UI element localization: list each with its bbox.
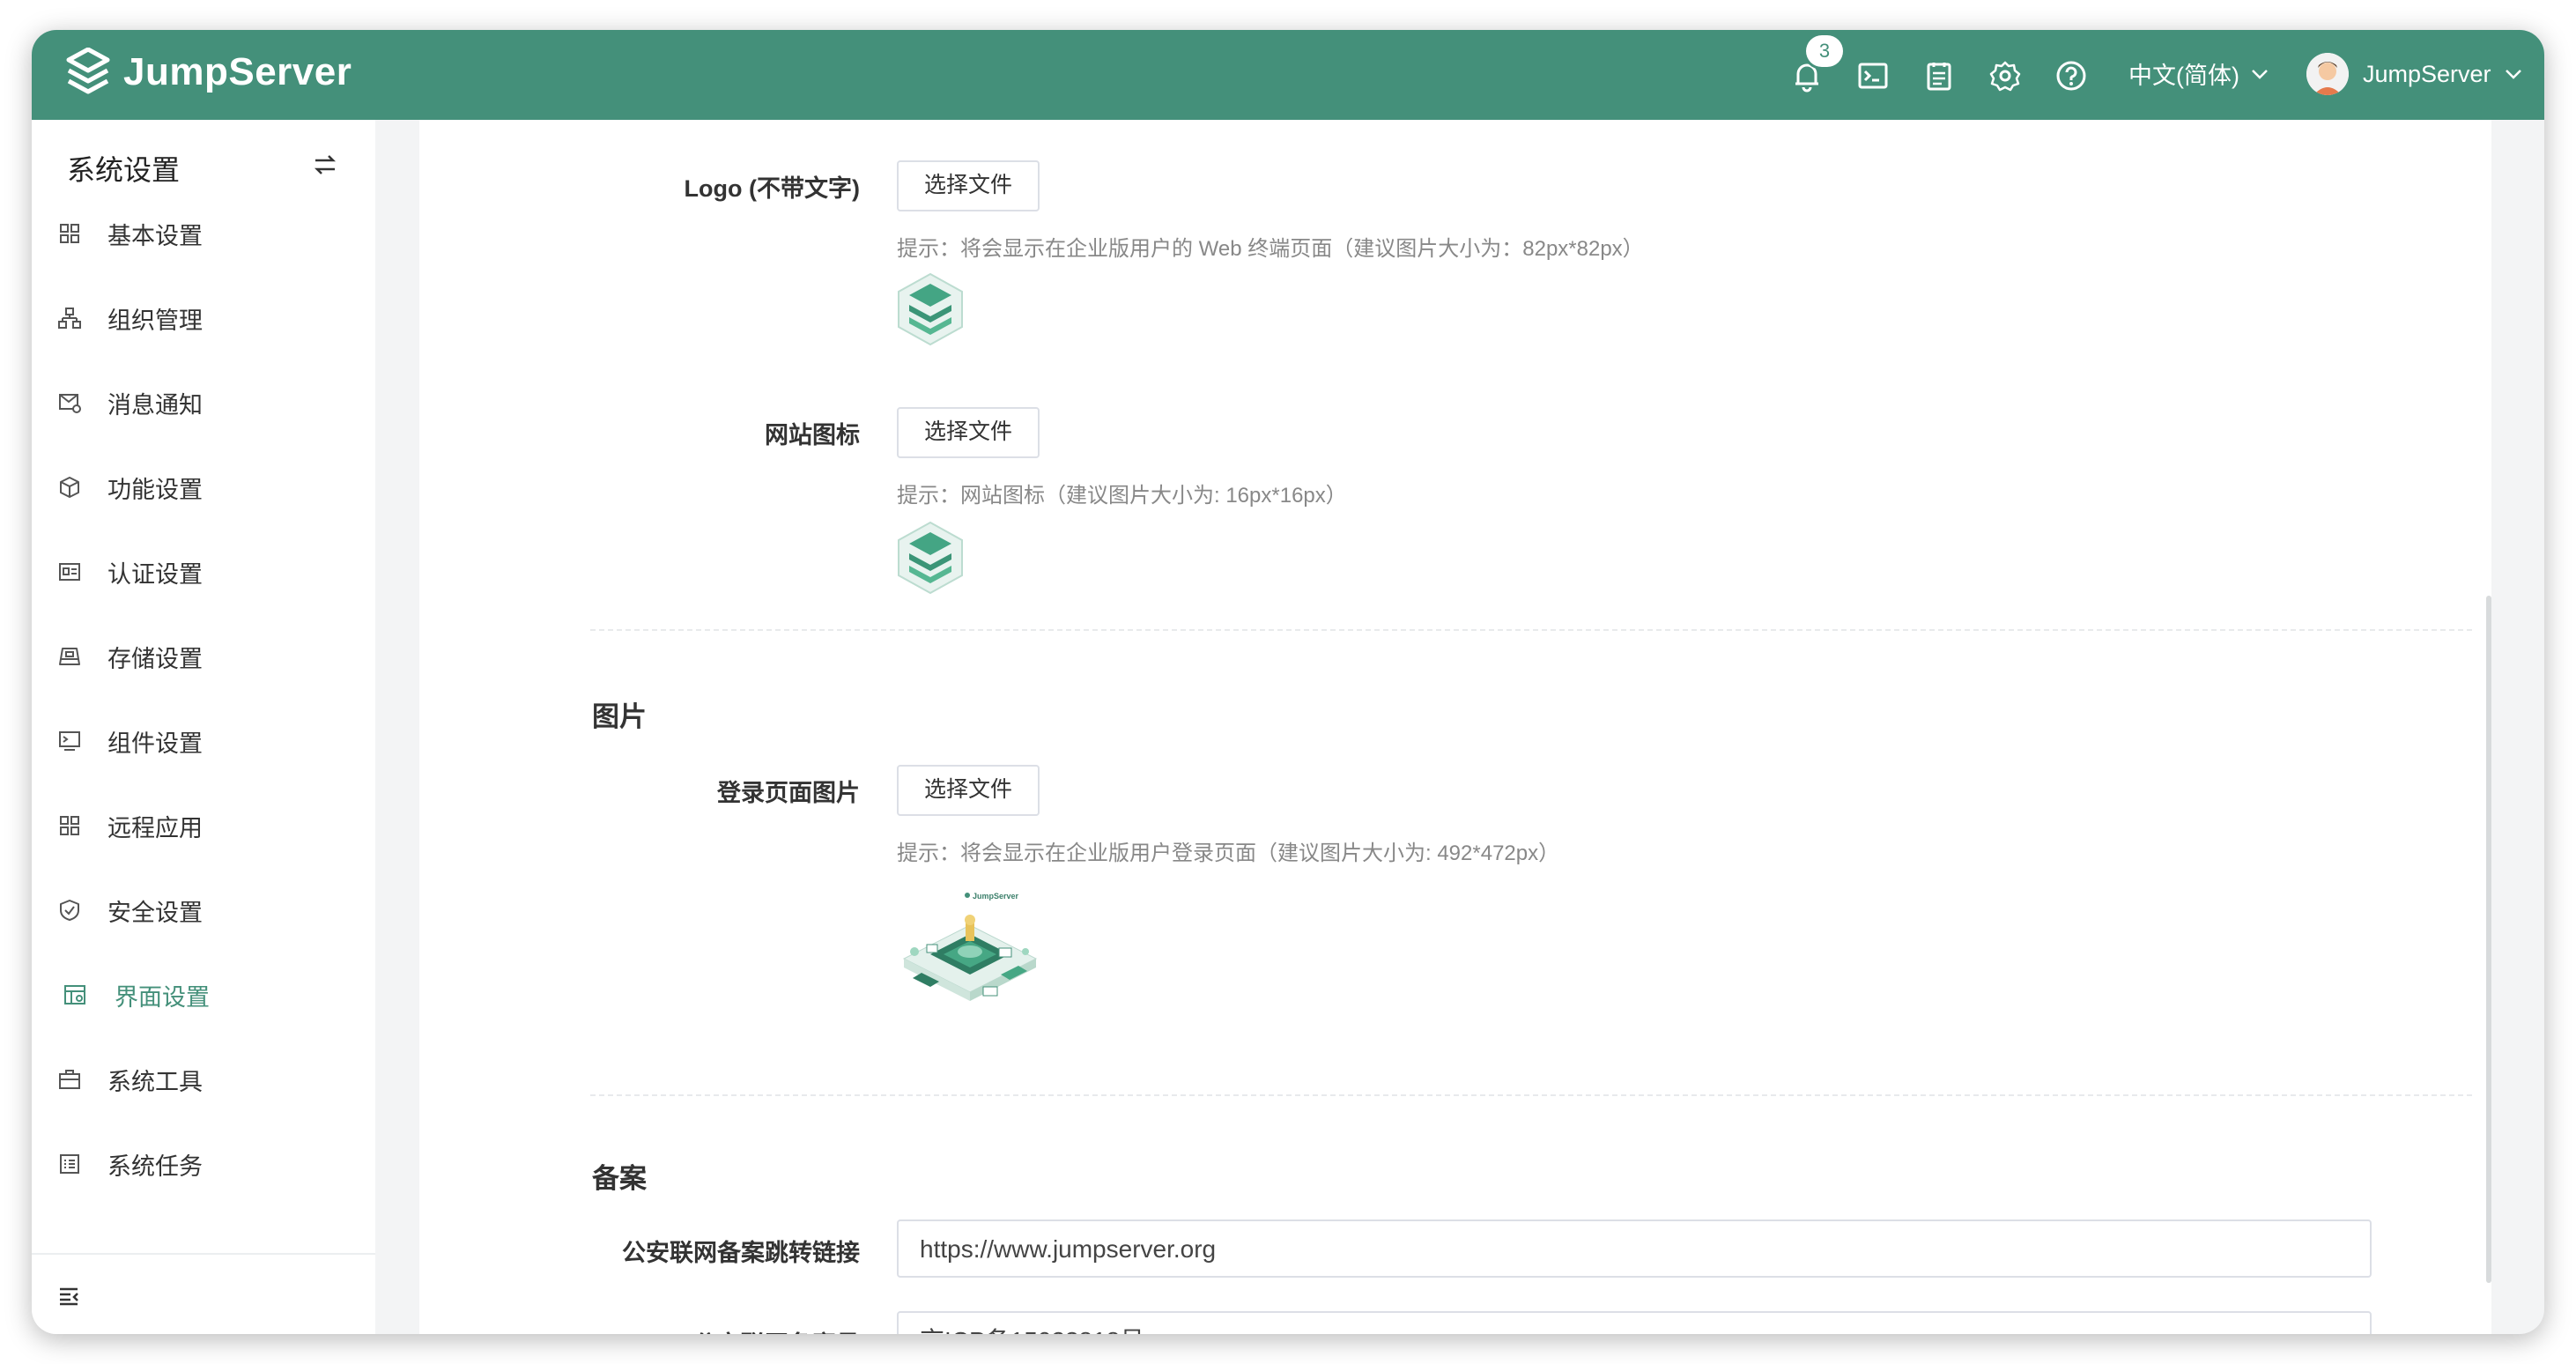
shield-icon [60, 900, 79, 921]
user-menu[interactable]: JumpServer [2306, 53, 2523, 95]
sidebar-item-remote-apps[interactable]: 远程应用 [32, 786, 375, 865]
toolbox-icon [59, 1070, 80, 1089]
help-icon[interactable] [2054, 59, 2088, 93]
filing-section-title: 备案 [592, 1163, 647, 1194]
login-image-preview: JumpServer [895, 890, 1045, 1031]
clipboard-icon[interactable] [1922, 59, 1956, 93]
favicon-preview-icon [898, 521, 963, 595]
chevron-down-icon [2505, 70, 2521, 79]
sidebar-item-label: 远程应用 [107, 814, 203, 841]
org-icon [58, 308, 81, 329]
app-name: JumpServer [123, 50, 352, 93]
apps-icon [60, 816, 79, 835]
logo-label: Logo (不带文字) [684, 175, 860, 202]
sidebar-item-basic[interactable]: 基本设置 [32, 194, 375, 273]
sidebar-item-label: 基本设置 [107, 222, 203, 249]
app-logo[interactable]: JumpServer [65, 48, 352, 97]
storage-icon [59, 648, 80, 665]
sidebar-item-label: 安全设置 [107, 899, 203, 926]
notification-badge: 3 [1806, 35, 1843, 67]
sidebar-title: 系统设置 [67, 154, 181, 186]
jumpserver-logo-icon [66, 48, 110, 94]
police-number-label: 公安联网备案号 [419, 1325, 860, 1334]
login-illustration [902, 893, 1038, 1001]
language-label: 中文(简体) [2128, 63, 2239, 89]
sidebar-item-label: 界面设置 [115, 983, 210, 1011]
login-image-hint: 提示：将会显示在企业版用户登录页面（建议图片大小为: 492*472px） [897, 841, 1560, 865]
terminal-icon[interactable] [1856, 59, 1890, 93]
section-divider [590, 629, 2472, 631]
language-selector[interactable]: 中文(简体) [2128, 56, 2269, 91]
task-list-icon [60, 1154, 79, 1174]
sidebar-item-components[interactable]: 组件设置 [32, 701, 375, 781]
logo-hint: 提示：将会显示在企业版用户的 Web 终端页面（建议图片大小为：82px*82p… [897, 237, 1644, 261]
sidebar-item-auth[interactable]: 认证设置 [32, 532, 375, 612]
grid-icon [60, 224, 79, 243]
sidebar-item-features[interactable]: 功能设置 [32, 448, 375, 527]
settings-content: Logo (不带文字) 选择文件 提示：将会显示在企业版用户的 Web 终端页面… [419, 120, 2491, 1334]
login-image-file-button[interactable]: 选择文件 [897, 765, 1040, 816]
images-section-title: 图片 [592, 701, 647, 732]
sidebar-item-label: 组件设置 [107, 730, 203, 757]
sidebar-item-label: 系统工具 [107, 1068, 203, 1095]
preview-brand: JumpServer [973, 892, 1019, 901]
logo-preview-icon [898, 272, 963, 346]
sidebar-item-tasks[interactable]: 系统任务 [32, 1124, 375, 1204]
interface-icon [64, 985, 85, 1004]
collapse-menu-icon[interactable] [58, 1286, 79, 1306]
favicon-file-button[interactable]: 选择文件 [897, 407, 1040, 458]
favicon-label: 网站图标 [765, 422, 860, 448]
sidebar-item-security[interactable]: 安全设置 [32, 871, 375, 950]
police-link-label: 公安联网备案跳转链接 [622, 1240, 860, 1266]
monitor-icon [59, 731, 80, 751]
gear-icon[interactable] [1988, 59, 2022, 93]
sidebar-item-label: 功能设置 [107, 476, 203, 503]
message-icon [59, 394, 81, 413]
favicon-hint: 提示：网站图标（建议图片大小为: 16px*16px） [897, 484, 1347, 508]
sidebar-item-label: 系统任务 [107, 1153, 203, 1180]
settings-sidebar: 系统设置 基本设置 组织管理 消息通知 功能设置 认证设置 存储设置 组件设置 … [32, 120, 375, 1334]
sidebar-item-messages[interactable]: 消息通知 [32, 363, 375, 442]
sidebar-item-org[interactable]: 组织管理 [32, 278, 375, 358]
section-divider [590, 1094, 2472, 1096]
sidebar-item-interface[interactable]: 界面设置 [32, 955, 375, 1034]
username: JumpServer [2363, 60, 2491, 87]
chevron-down-icon [2252, 69, 2268, 79]
avatar [2306, 53, 2349, 95]
police-link-input[interactable]: https://www.jumpserver.org [897, 1219, 2372, 1278]
sidebar-item-tools[interactable]: 系统工具 [32, 1040, 375, 1119]
app-window: JumpServer 3 中文(简体) JumpServer 系统设置 基本设置… [32, 30, 2544, 1334]
sidebar-item-storage[interactable]: 存储设置 [32, 617, 375, 696]
swap-icon[interactable] [312, 152, 338, 178]
id-card-icon [59, 563, 80, 581]
login-image-label: 登录页面图片 [717, 780, 860, 806]
sidebar-item-label: 认证设置 [107, 560, 203, 588]
logo-file-button[interactable]: 选择文件 [897, 160, 1040, 211]
content-scrollbar[interactable] [2486, 596, 2491, 1283]
avatar-icon [2306, 53, 2349, 95]
sidebar-item-label: 组织管理 [107, 307, 203, 334]
police-number-input[interactable]: 京ICP备15023818号 [897, 1311, 2372, 1334]
sidebar-item-label: 消息通知 [107, 391, 203, 419]
sidebar-item-label: 存储设置 [107, 645, 203, 672]
sidebar-footer [32, 1253, 375, 1334]
cube-icon [60, 477, 79, 498]
top-header: JumpServer 3 中文(简体) JumpServer [32, 30, 2544, 120]
